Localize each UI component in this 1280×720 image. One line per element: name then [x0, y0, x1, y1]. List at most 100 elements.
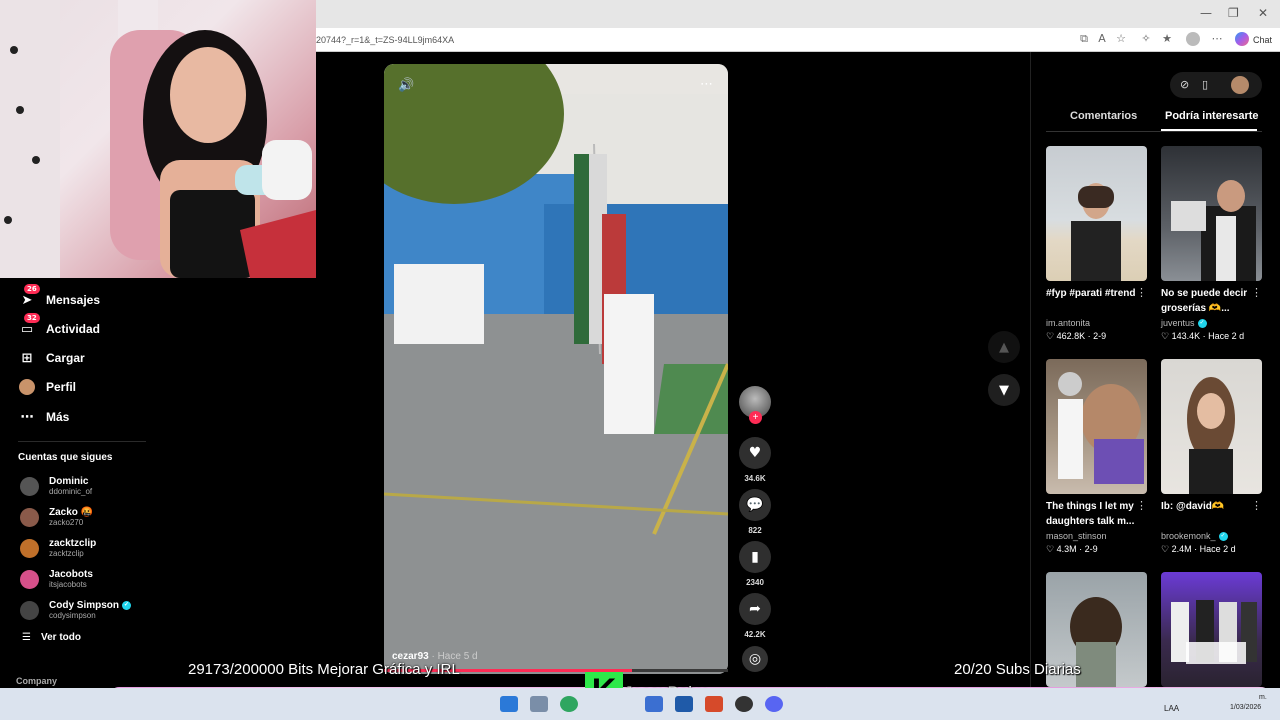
profile-avatar-icon[interactable] — [1186, 32, 1200, 46]
brave-icon[interactable] — [705, 696, 723, 712]
heart-icon: ♥ — [739, 437, 771, 469]
card-title: #fyp #parati #trend — [1046, 288, 1136, 299]
account-name: Dominic — [49, 476, 89, 487]
edge-browser-icon[interactable] — [560, 696, 578, 712]
avatar — [20, 600, 39, 620]
account-handle: zacko270 — [49, 518, 84, 527]
nav-item-messages[interactable]: ➤ 26 Mensajes — [18, 284, 101, 309]
verified-icon: ✓ — [1218, 531, 1228, 541]
close-button[interactable]: ✕ — [1258, 6, 1268, 20]
card-likes: 143.4K — [1171, 331, 1201, 341]
account-handle: codysimpson — [49, 611, 96, 620]
nav-item-more[interactable]: ⋯ Más — [18, 408, 70, 426]
bookmark-button[interactable]: ▮ 2340 — [739, 541, 771, 587]
subs-goal-text: 20/20 Subs Diarias — [954, 661, 1081, 678]
following-account[interactable]: Cody Simpson ✓ codysimpson — [20, 600, 132, 620]
minimize-button[interactable]: — — [1200, 6, 1212, 20]
video-player[interactable] — [384, 64, 728, 674]
creator-avatar[interactable]: + — [739, 386, 771, 424]
tab-divider — [1046, 131, 1262, 132]
tab-comments[interactable]: Comentarios — [1070, 110, 1137, 122]
following-account[interactable]: zacktzclip zacktzclip — [20, 538, 96, 558]
nav-label: Más — [46, 410, 70, 424]
volume-icon[interactable]: 🔊 — [398, 78, 414, 93]
extensions-icon[interactable]: ✧ — [1139, 32, 1153, 46]
card-stats: ♡ 2.4M · Hace 2 d — [1161, 544, 1236, 554]
discord-icon[interactable] — [765, 696, 783, 712]
date-text[interactable]: 1/03/2026 — [1230, 704, 1261, 711]
card-author: mason_stinson — [1046, 531, 1107, 541]
next-video-button[interactable]: ▼ — [988, 374, 1020, 406]
webcam-image — [0, 0, 316, 278]
avatar — [20, 507, 39, 527]
card-stats: ♡ 462.8K · 2-9 — [1046, 331, 1107, 341]
card-thumbnail — [1046, 146, 1147, 281]
copilot-chat-label[interactable]: Chat — [1253, 35, 1272, 45]
video-card[interactable]: ⋮ Ib: @david🫶 brookemonk_ ✓ ♡ 2.4M · Hace… — [1161, 359, 1262, 555]
card-title: The things I let my daughters talk m... — [1046, 501, 1135, 527]
language-indicator[interactable]: LAA — [1164, 704, 1179, 713]
more-menu-icon[interactable]: ⋯ — [1210, 32, 1224, 46]
translate-icon[interactable]: ⧉ — [1077, 32, 1091, 46]
copilot-icon[interactable] — [1235, 32, 1249, 46]
windows-taskbar — [0, 688, 1280, 720]
profile-icon — [18, 378, 36, 396]
nav-item-profile[interactable]: Perfil — [18, 378, 76, 396]
phone-icon[interactable]: ▯ — [1202, 78, 1208, 91]
divider — [18, 441, 146, 442]
card-date: Hace 2 d — [1208, 331, 1245, 341]
mail-icon[interactable] — [645, 696, 663, 712]
nav-item-upload[interactable]: ⊞ Cargar — [18, 349, 85, 367]
store-icon[interactable] — [675, 696, 693, 712]
follow-plus-icon[interactable]: + — [749, 411, 762, 424]
avatar — [20, 569, 39, 589]
user-avatar[interactable] — [1231, 76, 1249, 94]
comment-count: 822 — [748, 526, 762, 535]
bookmark-icon: ▮ — [739, 541, 771, 573]
share-icon: ➦ — [739, 593, 771, 625]
mute-icon[interactable]: ⊘ — [1180, 78, 1189, 91]
see-all-label: Ver todo — [40, 632, 81, 643]
video-more-icon[interactable]: ⋯ — [700, 77, 713, 92]
footer-company[interactable]: Company — [16, 676, 57, 686]
card-menu-icon[interactable]: ⋮ — [1136, 499, 1147, 512]
see-all-following[interactable]: ☰ Ver todo — [22, 632, 81, 643]
following-account[interactable]: Dominic ddominic_of — [20, 476, 92, 496]
video-card[interactable]: ⋮ #fyp #parati #trend im.antonita ♡ 462.… — [1046, 146, 1147, 342]
following-account[interactable]: Zacko 🤬 zacko270 — [20, 507, 93, 527]
card-author: im.antonita — [1046, 318, 1091, 328]
previous-video-button[interactable]: ▲ — [988, 331, 1020, 363]
nav-item-activity[interactable]: ▭ 32 Actividad — [18, 313, 100, 338]
video-card[interactable]: ⋮ No se puede decir groserías 🫶... juven… — [1161, 146, 1262, 342]
card-likes: 462.8K — [1056, 331, 1086, 341]
comment-button[interactable]: 💬 822 — [739, 489, 771, 535]
following-account[interactable]: Jacobots itsjacobots — [20, 569, 93, 589]
like-button[interactable]: ♥ 34.6K — [739, 437, 771, 483]
video-card[interactable]: ⋮ The things I let my daughters talk m..… — [1046, 359, 1147, 555]
card-menu-icon[interactable]: ⋮ — [1251, 499, 1262, 512]
favorites-icon[interactable]: ★ — [1160, 32, 1174, 46]
favorite-star-icon[interactable]: ☆ — [1114, 32, 1128, 46]
start-menu-icon[interactable] — [500, 696, 518, 712]
tab-recommended[interactable]: Podría interesarte — [1165, 110, 1259, 122]
music-disc[interactable]: ◎ — [739, 646, 771, 672]
card-thumbnail — [1161, 359, 1262, 494]
obs-icon[interactable] — [735, 696, 753, 712]
card-thumbnail — [1161, 572, 1262, 687]
clock-text[interactable]: m. — [1259, 694, 1267, 701]
read-aloud-icon[interactable]: A — [1095, 32, 1109, 46]
card-date: 2-9 — [1093, 331, 1107, 341]
share-button[interactable]: ➦ 42.2K — [739, 593, 771, 639]
maximize-button[interactable]: ❐ — [1228, 6, 1239, 20]
search-icon[interactable] — [530, 696, 548, 712]
card-menu-icon[interactable]: ⋮ — [1251, 286, 1262, 299]
card-title: No se puede decir groserías 🫶... — [1161, 288, 1248, 314]
send-icon: ➤ 26 — [18, 284, 40, 309]
card-thumbnail — [1161, 146, 1262, 281]
nav-label: Mensajes — [46, 293, 101, 307]
url-text[interactable]: 20744?_r=1&_t=ZS-94LL9jm64XA — [316, 35, 454, 45]
card-menu-icon[interactable]: ⋮ — [1136, 286, 1147, 299]
video-card[interactable] — [1161, 572, 1262, 687]
account-name: Jacobots — [49, 569, 93, 580]
card-stats: ♡ 143.4K · Hace 2 d — [1161, 331, 1245, 341]
